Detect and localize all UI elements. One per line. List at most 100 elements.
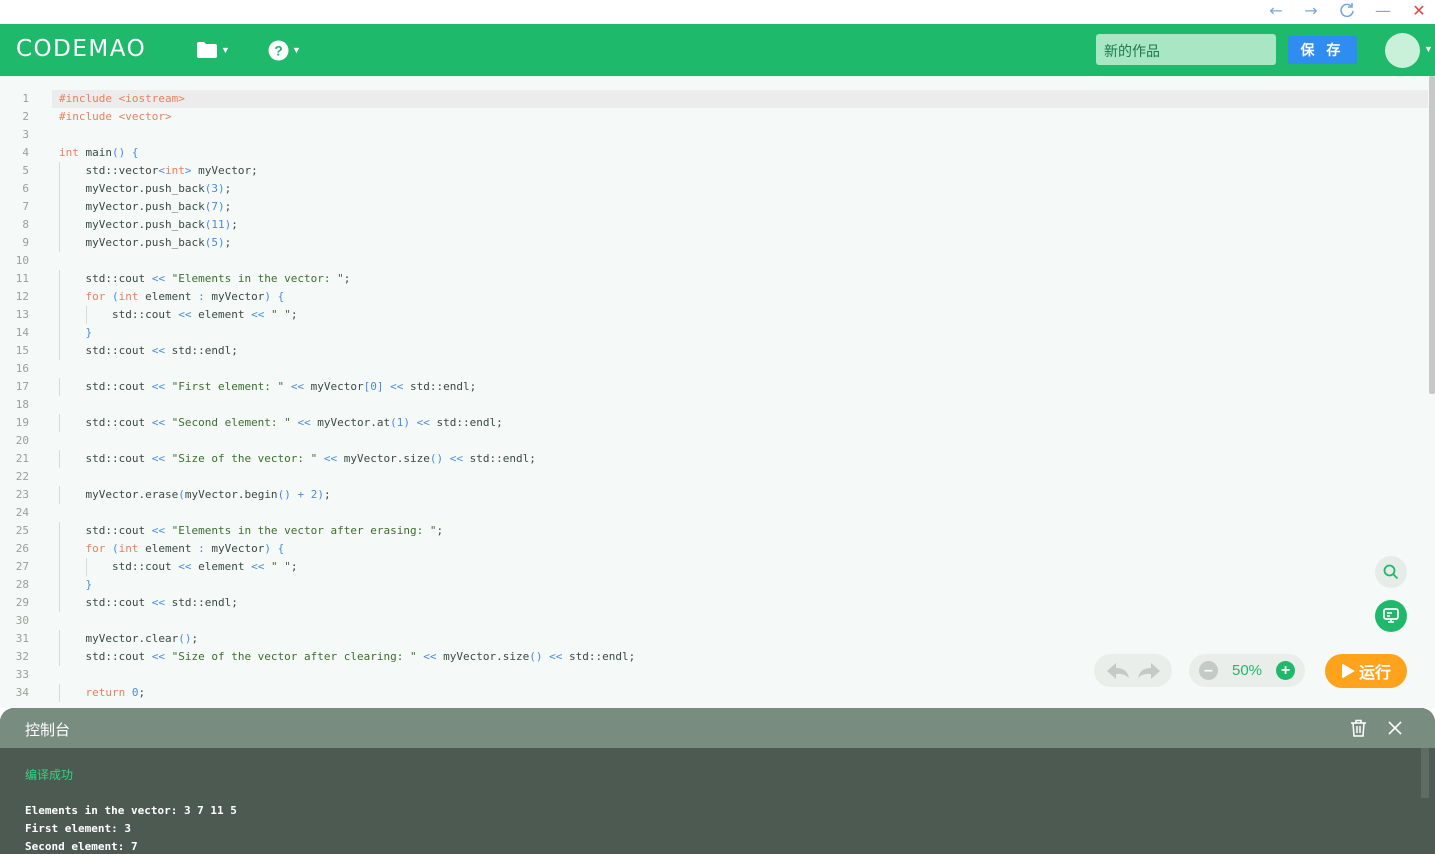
code-line[interactable]: #include <vector>: [59, 108, 635, 126]
line-number: 18: [15, 398, 29, 411]
code-line[interactable]: std::cout << "Elements in the vector: ";: [59, 270, 635, 288]
code-line[interactable]: [59, 126, 635, 144]
code-line[interactable]: std::cout << std::endl;: [59, 594, 635, 612]
console-title: 控制台: [25, 722, 71, 739]
window-titlebar: ← → — ✕: [0, 0, 1435, 24]
monitor-icon: [1383, 608, 1399, 623]
line-number: 7: [22, 200, 29, 213]
code-line[interactable]: [59, 360, 635, 378]
line-number: 14: [15, 326, 29, 339]
code-line[interactable]: std::cout << "First element: " << myVect…: [59, 378, 635, 396]
line-number: 28: [15, 578, 29, 591]
output-line: First element: 3: [25, 822, 131, 835]
code-line[interactable]: myVector.push_back(7);: [59, 198, 635, 216]
screen-button[interactable]: [1375, 600, 1407, 632]
code-line[interactable]: for (int element : myVector) {: [59, 288, 635, 306]
line-number: 8: [22, 218, 29, 231]
folder-icon: [197, 42, 217, 58]
code-line[interactable]: std::cout << element << " ";: [59, 558, 635, 576]
zoom-in-button[interactable]: +: [1276, 661, 1295, 680]
zoom-control: – 50% +: [1189, 654, 1305, 687]
code-line[interactable]: std::cout << "Size of the vector: " << m…: [59, 450, 635, 468]
code-line[interactable]: [59, 396, 635, 414]
run-button[interactable]: 运行: [1325, 654, 1407, 688]
avatar[interactable]: [1385, 33, 1420, 68]
code-line[interactable]: for (int element : myVector) {: [59, 540, 635, 558]
line-number: 26: [15, 542, 29, 555]
help-icon: ?: [268, 40, 289, 60]
forward-arrow-icon[interactable]: →: [1297, 0, 1325, 20]
codemao-logo[interactable]: CODEMAO: [16, 36, 146, 62]
project-name-input[interactable]: 新的作品: [1096, 34, 1276, 65]
code-line[interactable]: [59, 666, 635, 684]
line-number-gutter: 1 2 3 4 5 6 7 8 9 10 11 12 13 14 15 16 17 18 19 20 21 22 23 24 2…: [0, 90, 40, 702]
code-line[interactable]: myVector.erase(myVector.begin() + 2);: [59, 486, 635, 504]
line-number: 27: [15, 560, 29, 573]
line-number: 23: [15, 488, 29, 501]
redo-icon[interactable]: [1137, 662, 1161, 680]
help-menu[interactable]: ? ▼: [268, 38, 301, 62]
search-button[interactable]: [1375, 556, 1407, 588]
line-number: 15: [15, 344, 29, 357]
code-line[interactable]: [59, 252, 635, 270]
close-icon[interactable]: [1387, 720, 1403, 736]
code-line[interactable]: myVector.push_back(5);: [59, 234, 635, 252]
line-number: 32: [15, 650, 29, 663]
line-number: 34: [15, 686, 29, 699]
code-line[interactable]: }: [59, 576, 635, 594]
output-line: Elements in the vector: 3 7 11 5: [25, 804, 237, 817]
line-number: 6: [22, 182, 29, 195]
line-number: 17: [15, 380, 29, 393]
chevron-down-icon: ▼: [292, 45, 301, 55]
code-line[interactable]: std::cout << element << " ";: [59, 306, 635, 324]
code-line[interactable]: myVector.push_back(3);: [59, 180, 635, 198]
play-icon: [1341, 664, 1355, 678]
code-line[interactable]: [59, 612, 635, 630]
undo-redo-group: [1094, 654, 1172, 687]
code-line[interactable]: int main() {: [59, 144, 635, 162]
line-number: 31: [15, 632, 29, 645]
line-number: 9: [22, 236, 29, 249]
line-number: 22: [15, 470, 29, 483]
code-line[interactable]: std::vector<int> myVector;: [59, 162, 635, 180]
line-number: 13: [15, 308, 29, 321]
chevron-down-icon[interactable]: ▼: [1424, 44, 1433, 54]
save-button[interactable]: 保 存: [1288, 36, 1357, 64]
minimize-icon[interactable]: —: [1369, 0, 1397, 20]
close-window-icon[interactable]: ✕: [1405, 0, 1433, 20]
code-line[interactable]: #include <iostream>: [59, 90, 635, 108]
code-line[interactable]: myVector.push_back(11);: [59, 216, 635, 234]
zoom-out-button[interactable]: –: [1199, 661, 1218, 680]
code-line[interactable]: std::cout << "Second element: " << myVec…: [59, 414, 635, 432]
app-header: CODEMAO ▼ ? ▼ 新的作品 保 存 ▼: [0, 24, 1435, 76]
search-icon: [1383, 564, 1399, 580]
line-number: 12: [15, 290, 29, 303]
file-menu[interactable]: ▼: [196, 38, 230, 62]
trash-icon[interactable]: [1350, 719, 1367, 737]
console-scrollbar[interactable]: [1421, 748, 1429, 798]
line-number: 11: [15, 272, 29, 285]
code-line[interactable]: return 0;: [59, 684, 635, 702]
code-line[interactable]: myVector.clear();: [59, 630, 635, 648]
line-number: 24: [15, 506, 29, 519]
line-number: 20: [15, 434, 29, 447]
code-editor[interactable]: 1 2 3 4 5 6 7 8 9 10 11 12 13 14 15 16 17 18 19 20 21 22 23 24 2…: [0, 76, 1435, 708]
compile-status: 编译成功: [25, 768, 74, 782]
code-line[interactable]: std::cout << "Elements in the vector aft…: [59, 522, 635, 540]
editor-scrollbar[interactable]: [1429, 76, 1435, 394]
code-line[interactable]: }: [59, 324, 635, 342]
undo-icon[interactable]: [1106, 662, 1130, 680]
back-arrow-icon[interactable]: ←: [1262, 0, 1290, 20]
code-line[interactable]: [59, 432, 635, 450]
code-lines[interactable]: #include <iostream> #include <vector> int …: [59, 90, 635, 702]
code-line[interactable]: std::cout << "Size of the vector after c…: [59, 648, 635, 666]
refresh-icon[interactable]: [1333, 0, 1361, 20]
code-line[interactable]: [59, 468, 635, 486]
line-number: 3: [22, 128, 29, 141]
code-line[interactable]: std::cout << std::endl;: [59, 342, 635, 360]
code-line[interactable]: [59, 504, 635, 522]
zoom-level: 50%: [1231, 662, 1263, 679]
line-number: 25: [15, 524, 29, 537]
line-number: 1: [22, 92, 29, 105]
line-number: 5: [22, 164, 29, 177]
